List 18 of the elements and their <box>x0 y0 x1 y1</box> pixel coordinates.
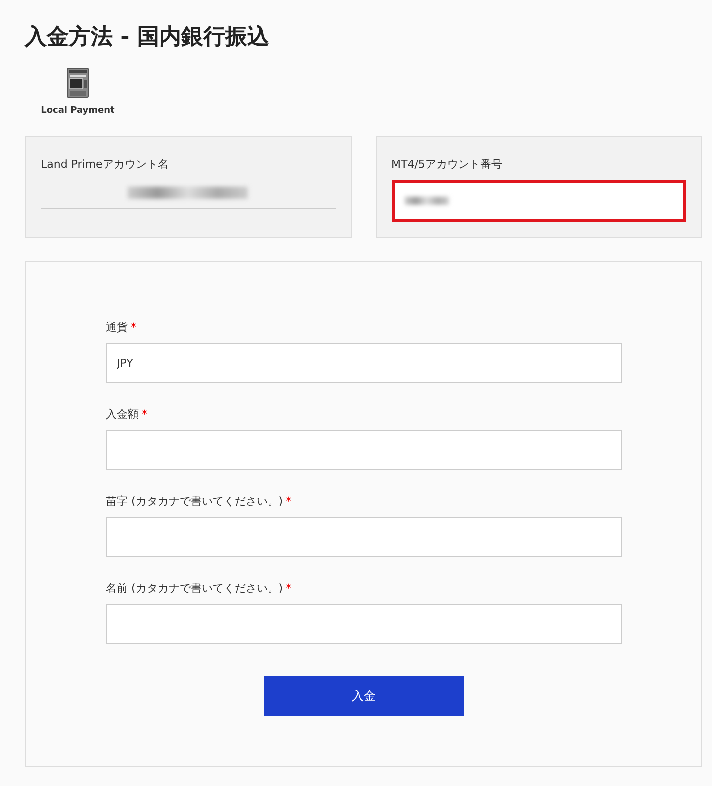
input-field[interactable] <box>106 604 622 644</box>
required-mark: * <box>286 582 292 595</box>
payment-method-label: Local Payment <box>41 106 115 116</box>
input-field[interactable] <box>106 430 622 470</box>
field-label: 名前 (カタカナで書いてください。) <box>106 581 284 596</box>
field-label: 入金額 <box>106 407 139 422</box>
account-number-field[interactable] <box>392 180 686 222</box>
deposit-button[interactable]: 入金 <box>264 676 464 716</box>
blurred-value <box>404 197 448 205</box>
page-title: 入金方法 - 国内銀行振込 <box>25 24 270 52</box>
field-label: 通貨 <box>106 320 128 335</box>
field-label: Land Primeアカウント名 <box>41 157 170 172</box>
required-mark: * <box>131 321 136 334</box>
input-field[interactable] <box>106 517 622 557</box>
field-label: MT4/5アカウント番号 <box>392 157 504 172</box>
required-mark: * <box>286 495 292 508</box>
field-label: 苗字 (カタカナで書いてください。) <box>106 494 284 509</box>
required-mark: * <box>142 408 148 421</box>
